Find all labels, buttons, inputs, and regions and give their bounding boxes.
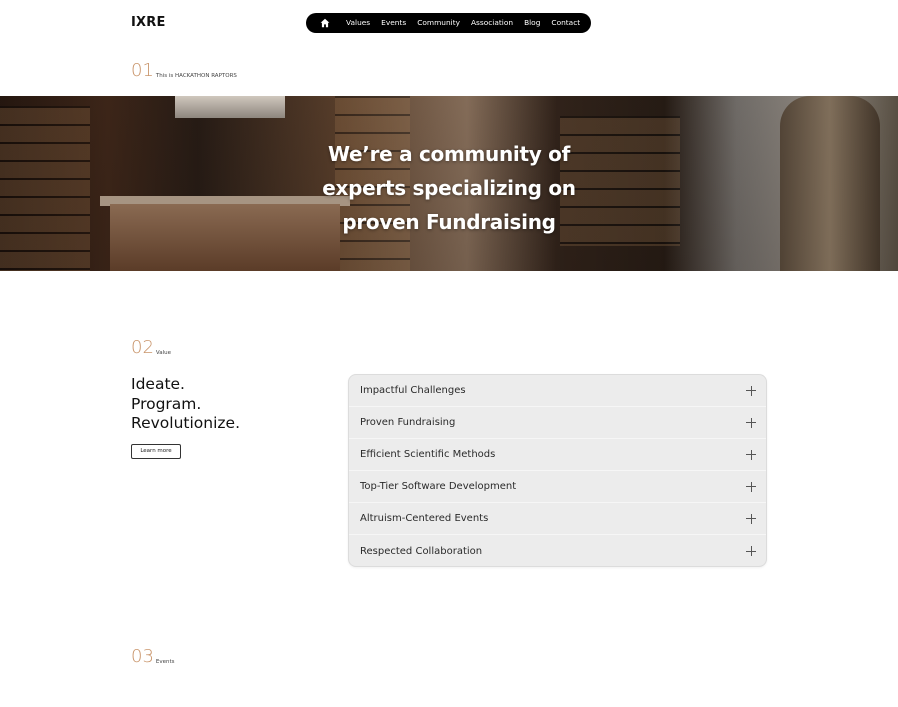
accordion-item-label: Impactful Challenges: [360, 385, 466, 396]
plus-icon[interactable]: [746, 546, 756, 556]
section-03-label: 03 Events: [131, 648, 175, 666]
accordion-item[interactable]: Altruism-Centered Events: [349, 503, 766, 535]
section-number: 03: [131, 646, 154, 667]
learn-more-button[interactable]: Learn more: [131, 444, 181, 459]
site-logo[interactable]: IXRE: [131, 15, 166, 30]
accordion-item[interactable]: Proven Fundraising: [349, 407, 766, 439]
nav-item-community[interactable]: Community: [417, 13, 460, 33]
plus-icon[interactable]: [746, 513, 756, 524]
hero-title-line: proven Fundraising: [342, 210, 556, 234]
plus-icon[interactable]: [746, 417, 756, 428]
main-nav: Values Events Community Association Blog…: [306, 13, 591, 33]
tagline-line: Ideate.: [131, 375, 185, 393]
values-accordion: Impactful Challenges Proven Fundraising …: [348, 374, 767, 567]
accordion-item-label: Efficient Scientific Methods: [360, 449, 496, 460]
accordion-item-label: Altruism-Centered Events: [360, 513, 489, 524]
accordion-item[interactable]: Respected Collaboration: [349, 535, 766, 566]
section-number: 01: [131, 60, 154, 81]
accordion-item[interactable]: Impactful Challenges: [349, 375, 766, 407]
section-subtitle: Events: [155, 659, 175, 665]
section-number: 02: [131, 337, 154, 358]
hero-title: We’re a community of experts specializin…: [0, 137, 898, 239]
section-subtitle: Value: [155, 350, 172, 356]
accordion-item[interactable]: Top-Tier Software Development: [349, 471, 766, 503]
plus-icon[interactable]: [746, 481, 756, 492]
accordion-item[interactable]: Efficient Scientific Methods: [349, 439, 766, 471]
tagline-line: Revolutionize.: [131, 414, 240, 432]
section-01-label: 01 This is HACKATHON RAPTORS: [131, 62, 237, 80]
accordion-item-label: Proven Fundraising: [360, 417, 456, 428]
value-tagline: Ideate. Program. Revolutionize.: [131, 375, 240, 434]
plus-icon[interactable]: [746, 385, 756, 396]
tagline-line: Program.: [131, 394, 202, 413]
accordion-item-label: Respected Collaboration: [360, 545, 483, 557]
home-icon[interactable]: [318, 16, 332, 30]
hero-title-line: experts specializing on: [322, 176, 576, 200]
nav-item-values[interactable]: Values: [346, 13, 370, 33]
nav-item-association[interactable]: Association: [471, 13, 513, 33]
section-subtitle: This is HACKATHON RAPTORS: [155, 73, 237, 79]
nav-item-events[interactable]: Events: [381, 13, 406, 33]
plus-icon[interactable]: [746, 449, 756, 460]
nav-item-blog[interactable]: Blog: [524, 13, 540, 33]
nav-item-contact[interactable]: Contact: [551, 13, 580, 33]
hero-title-line: We’re a community of: [328, 142, 570, 166]
accordion-item-label: Top-Tier Software Development: [360, 481, 517, 492]
section-02-label: 02 Value: [131, 339, 171, 357]
hero-range-hood: [175, 96, 285, 118]
